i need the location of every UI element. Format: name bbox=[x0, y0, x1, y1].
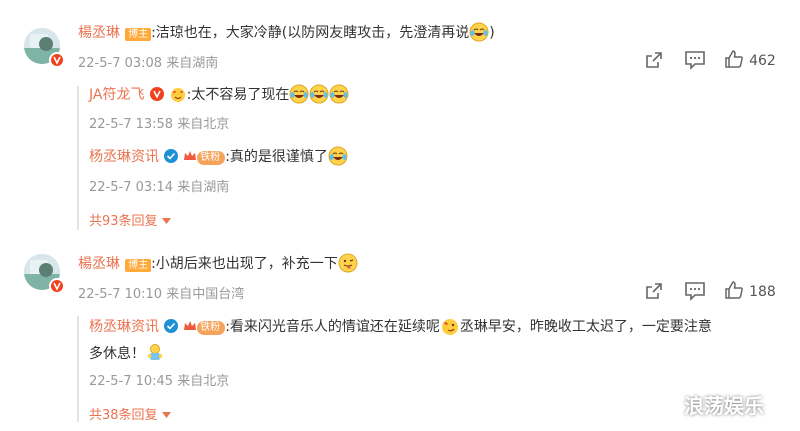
reply-meta: 22-5-7 13:58 来自北京 bbox=[89, 113, 229, 132]
verified-badge-icon bbox=[49, 278, 65, 294]
reply-username-link[interactable]: 杨丞琳资讯 bbox=[89, 149, 159, 165]
reply-username-link[interactable]: 杨丞琳资讯 bbox=[89, 319, 159, 335]
more-replies-link[interactable]: 共38条回复 bbox=[89, 404, 171, 423]
verified-orange-icon bbox=[149, 87, 164, 101]
timestamp: 22-5-7 13:58 bbox=[89, 117, 174, 132]
comment-header: 楊丞琳 博主:洁琼也在，大家冷静(以防网友瞎攻击，先澄清再说) bbox=[78, 22, 495, 42]
location: 来自北京 bbox=[177, 374, 230, 389]
reply-text-line2: 多休息！ bbox=[89, 346, 145, 362]
watermark: 浪荡娱乐 bbox=[684, 394, 764, 418]
comment-header: 楊丞琳 博主:小胡后来也出现了，补充一下 bbox=[78, 253, 358, 273]
more-replies-label: 共38条回复 bbox=[89, 408, 158, 423]
verified-badge-icon bbox=[49, 52, 65, 68]
laugh-cry-emoji bbox=[469, 22, 489, 42]
reply-text: :太不容易了现在 bbox=[186, 87, 290, 103]
timestamp: 22-5-7 10:45 bbox=[89, 374, 174, 389]
location: 来自湖南 bbox=[177, 180, 230, 195]
location: 来自北京 bbox=[177, 117, 230, 132]
location: 来自中国台湾 bbox=[166, 287, 245, 302]
rose-emoji bbox=[440, 316, 460, 336]
caret-down-icon bbox=[161, 213, 171, 228]
laugh-cry-emoji bbox=[328, 146, 348, 166]
rose-emoji bbox=[169, 85, 187, 103]
username-link[interactable]: 楊丞琳 bbox=[78, 256, 120, 272]
reply-text: :真的是很谨慎了 bbox=[225, 149, 328, 165]
crown-icon bbox=[183, 317, 197, 330]
location: 来自湖南 bbox=[166, 56, 219, 71]
comment-1: 楊丞琳 博主:洁琼也在，大家冷静(以防网友瞎攻击，先澄清再说) 22-5-7 0… bbox=[0, 0, 800, 240]
reply-text-cont: 丞琳早安，昨晚收工太迟了，一定要注意 bbox=[459, 319, 712, 335]
reply-divider bbox=[77, 316, 79, 422]
thumbs-up-icon bbox=[724, 280, 744, 304]
crown-icon bbox=[183, 147, 197, 160]
comment-icon[interactable] bbox=[684, 281, 706, 305]
share-icon[interactable] bbox=[644, 50, 664, 74]
more-replies-link[interactable]: 共93条回复 bbox=[89, 210, 171, 229]
reply-line-2: 多休息！ bbox=[89, 343, 165, 363]
tongue-emoji bbox=[338, 253, 358, 273]
laugh-cry-emoji bbox=[329, 84, 349, 104]
caret-down-icon bbox=[161, 407, 171, 422]
fan-badge: 铁粉 bbox=[197, 151, 226, 165]
more-replies-label: 共93条回复 bbox=[89, 214, 158, 229]
laugh-cry-emoji bbox=[289, 84, 309, 104]
reply-1: 杨丞琳资讯 铁粉:看来闪光音乐人的情谊还在延续呢 丞琳早安，昨晚收工太迟了，一定要… bbox=[89, 316, 712, 336]
thumbs-up-icon bbox=[724, 49, 744, 73]
figure-emoji bbox=[145, 343, 165, 363]
laugh-cry-emoji bbox=[309, 84, 329, 104]
like-count: 188 bbox=[749, 284, 776, 300]
verified-blue-icon bbox=[164, 319, 179, 333]
blogger-badge: 博主 bbox=[125, 259, 152, 272]
reply-meta: 22-5-7 03:14 来自湖南 bbox=[89, 176, 229, 195]
fan-badge: 铁粉 bbox=[197, 321, 226, 335]
like-count: 462 bbox=[749, 53, 776, 69]
comment-meta: 22-5-7 10:10 来自中国台湾 bbox=[78, 283, 244, 302]
comment-text: :洁琼也在，大家冷静(以防网友瞎攻击，先澄清再说 bbox=[151, 25, 470, 41]
reply-divider bbox=[77, 86, 79, 230]
like-button[interactable]: 462 bbox=[724, 49, 776, 73]
comment-text: :小胡后来也出现了，补充一下 bbox=[151, 256, 338, 272]
comment-meta: 22-5-7 03:08 来自湖南 bbox=[78, 52, 218, 71]
reply-username-link[interactable]: JA符龙飞 bbox=[89, 87, 144, 103]
reply-meta: 22-5-7 10:45 来自北京 bbox=[89, 370, 229, 389]
comment-2: 楊丞琳 博主:小胡后来也出现了，补充一下 22-5-7 10:10 来自中国台湾… bbox=[0, 240, 800, 431]
timestamp: 22-5-7 03:08 bbox=[78, 56, 163, 71]
reply-2: 杨丞琳资讯 铁粉:真的是很谨慎了 bbox=[89, 146, 348, 166]
verified-blue-icon bbox=[164, 149, 179, 163]
blogger-badge: 博主 bbox=[125, 28, 152, 41]
reply-1: JA符龙飞 :太不容易了现在 bbox=[89, 84, 349, 104]
username-link[interactable]: 楊丞琳 bbox=[78, 25, 120, 41]
comment-text-end: ) bbox=[489, 25, 495, 41]
timestamp: 22-5-7 10:10 bbox=[78, 287, 163, 302]
comment-icon[interactable] bbox=[684, 50, 706, 74]
like-button[interactable]: 188 bbox=[724, 280, 776, 304]
reply-text: :看来闪光音乐人的情谊还在延续呢 bbox=[225, 319, 440, 335]
timestamp: 22-5-7 03:14 bbox=[89, 180, 174, 195]
share-icon[interactable] bbox=[644, 281, 664, 305]
